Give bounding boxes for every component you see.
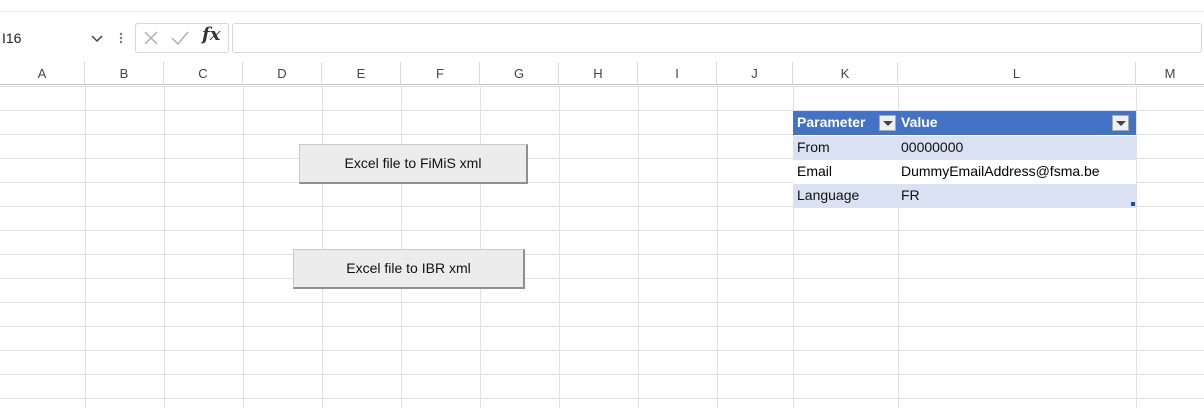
gridline [0,326,1204,327]
value-cell: DummyEmailAddress@fsma.be [901,163,1100,179]
gridline [0,374,1204,375]
formula-input[interactable] [232,23,1202,53]
ribbon-edge [0,0,1204,12]
param-cell: From [797,139,830,155]
filter-dropdown-parameter[interactable] [879,115,896,131]
column-header-b[interactable]: B [85,62,164,85]
formula-buttons: fx [135,23,229,53]
gridline [0,278,1204,279]
table-row[interactable]: From 00000000 [793,136,1136,160]
column-header-e[interactable]: E [322,62,401,85]
drag-handle-icon[interactable] [118,29,124,47]
name-box[interactable]: I16 [0,26,113,52]
value-cell: 00000000 [901,139,964,155]
filter-arrow-icon [1116,121,1126,126]
column-header-c[interactable]: C [164,62,243,85]
column-header-h[interactable]: H [559,62,638,85]
column-header-d[interactable]: D [243,62,322,85]
gridline [0,398,1204,399]
filter-arrow-icon [883,121,893,126]
header-parameter: Parameter [797,114,866,130]
value-cell: FR [901,187,920,203]
param-cell: Language [797,187,860,203]
header-value: Value [901,114,938,130]
gridline [0,86,1204,87]
gridline [0,302,1204,303]
formula-bar: I16 fx [0,13,1204,61]
name-box-value: I16 [2,30,22,46]
gridline [0,350,1204,351]
cancel-icon[interactable] [142,29,160,47]
column-header-row: A B C D E F G H I J K L M [0,62,1204,85]
param-cell: Email [797,163,833,179]
excel-to-fimis-xml-button[interactable]: Excel file to FiMiS xml [299,144,528,184]
enter-check-icon[interactable] [170,29,190,47]
insert-function-icon[interactable]: fx [202,24,220,45]
table-row[interactable]: Email DummyEmailAddress@fsma.be [793,160,1136,184]
column-header-j[interactable]: J [717,62,793,85]
gridline [0,254,1204,255]
column-header-m[interactable]: M [1136,62,1204,85]
chevron-down-icon[interactable] [88,29,106,47]
table-row[interactable]: Language FR [793,184,1136,208]
column-header-k[interactable]: K [793,62,898,85]
column-header-a[interactable]: A [0,62,85,85]
column-header-l[interactable]: L [898,62,1136,85]
table-header-row: Parameter Value [793,111,1136,135]
excel-to-ibr-xml-button[interactable]: Excel file to IBR xml [293,249,525,289]
column-header-i[interactable]: I [638,62,717,85]
column-header-f[interactable]: F [401,62,480,85]
table-resize-handle[interactable] [1131,202,1135,206]
filter-dropdown-value[interactable] [1112,115,1129,131]
column-header-g[interactable]: G [480,62,559,85]
gridline [0,230,1204,231]
